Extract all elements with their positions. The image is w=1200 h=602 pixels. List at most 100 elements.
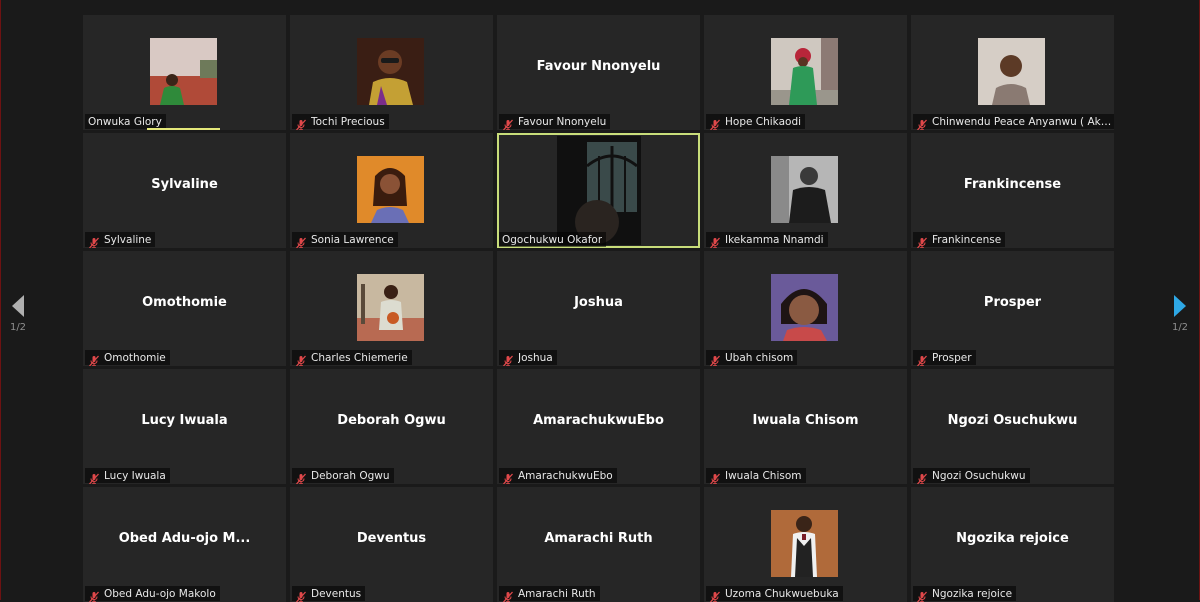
participant-tile[interactable]: Deventus Deventus (290, 487, 493, 602)
participant-display-name: Sylvaline (151, 177, 218, 192)
participant-label: Prosper (913, 350, 976, 366)
participant-tile[interactable]: Amarachi Ruth Amarachi Ruth (497, 487, 700, 602)
participant-tile[interactable]: Iwuala Chisom Iwuala Chisom (704, 369, 907, 484)
participant-name-label: Ngozika rejoice (932, 587, 1013, 600)
participant-name-label: Omothomie (104, 351, 166, 364)
participant-name-label: Amarachi Ruth (518, 587, 596, 600)
muted-mic-icon (502, 470, 514, 484)
participant-tile[interactable]: Obed Adu-ojo M... Obed Adu-ojo Makolo (83, 487, 286, 602)
participant-name-label: Deborah Ogwu (311, 469, 390, 482)
muted-mic-icon (295, 234, 307, 248)
participant-tile[interactable]: Uzoma Chukwuebuka (704, 487, 907, 602)
participant-label: Obed Adu-ojo Makolo (85, 586, 220, 602)
participant-label: Charles Chiemerie (292, 350, 412, 366)
muted-mic-icon (916, 116, 928, 130)
muted-mic-icon (709, 470, 721, 484)
participant-tile[interactable]: Ngozi Osuchukwu Ngozi Osuchukwu (911, 369, 1114, 484)
participant-name-label: Prosper (932, 351, 972, 364)
participant-video (771, 156, 838, 223)
participant-display-name: Prosper (983, 295, 1042, 310)
participant-tile[interactable]: Onwuka Glory (83, 15, 286, 130)
participant-display-name: Omothomie (142, 295, 227, 310)
speaking-indicator (147, 128, 220, 130)
participant-label: Ikekamma Nnamdi (706, 232, 828, 248)
muted-mic-icon (88, 588, 100, 602)
muted-mic-icon (916, 234, 928, 248)
participant-tile[interactable]: Hope Chikaodi (704, 15, 907, 130)
page-indicator-left: 1/2 (9, 322, 27, 333)
participant-tile[interactable]: Favour Nnonyelu Favour Nnonyelu (497, 15, 700, 130)
participant-label: Amarachi Ruth (499, 586, 600, 602)
participant-label: Ogochukwu Okafor (499, 232, 607, 247)
participant-tile[interactable]: Ngozika rejoice Ngozika rejoice (911, 487, 1114, 602)
participant-tile[interactable]: Prosper Prosper (911, 251, 1114, 366)
participant-label: Omothomie (85, 350, 170, 366)
muted-mic-icon (916, 352, 928, 366)
next-page-button[interactable]: 1/2 (1162, 294, 1198, 344)
participant-name-label: Lucy Iwuala (104, 469, 166, 482)
participant-label: Lucy Iwuala (85, 468, 170, 484)
participant-tile[interactable]: Chinwendu Peace Anyanwu ( Akwugo ) (911, 15, 1114, 130)
participant-label: Joshua (499, 350, 557, 366)
participant-name-label: Ikekamma Nnamdi (725, 233, 824, 246)
participant-video (357, 274, 424, 341)
participant-video (557, 136, 641, 245)
muted-mic-icon (916, 588, 928, 602)
participant-name-label: Deventus (311, 587, 362, 600)
muted-mic-icon (502, 352, 514, 366)
participant-name-label: Sonia Lawrence (311, 233, 394, 246)
participant-tile[interactable]: Ogochukwu Okafor (497, 133, 700, 248)
muted-mic-icon (295, 116, 307, 130)
participant-label: Sylvaline (85, 232, 156, 248)
participant-tile[interactable]: AmarachukwuEbo AmarachukwuEbo (497, 369, 700, 484)
participant-name-label: Ogochukwu Okafor (502, 233, 603, 246)
participant-display-name: Deventus (356, 531, 427, 546)
participant-display-name: Frankincense (963, 177, 1062, 192)
participant-label: AmarachukwuEbo (499, 468, 617, 484)
muted-mic-icon (295, 470, 307, 484)
participant-tile[interactable]: Frankincense Frankincense (911, 133, 1114, 248)
participant-display-name: Lucy Iwuala (141, 413, 228, 428)
participant-label: Chinwendu Peace Anyanwu ( Akwugo ) (913, 114, 1114, 130)
participant-tile[interactable]: Joshua Joshua (497, 251, 700, 366)
participant-tile[interactable]: Lucy Iwuala Lucy Iwuala (83, 369, 286, 484)
participant-video (771, 274, 838, 341)
participant-tile[interactable]: Charles Chiemerie (290, 251, 493, 366)
participant-label: Deventus (292, 586, 366, 602)
participant-display-name: AmarachukwuEbo (533, 413, 664, 428)
participant-tile[interactable]: Ubah chisom (704, 251, 907, 366)
participant-tile[interactable]: Tochi Precious (290, 15, 493, 130)
participant-display-name: Ngozi Osuchukwu (947, 413, 1078, 428)
triangle-left-icon (12, 295, 24, 317)
muted-mic-icon (88, 234, 100, 248)
participant-name-label: Favour Nnonyelu (518, 115, 607, 128)
muted-mic-icon (916, 470, 928, 484)
participant-tile[interactable]: Sylvaline Sylvaline (83, 133, 286, 248)
participant-label: Iwuala Chisom (706, 468, 806, 484)
participant-name-label: Uzoma Chukwuebuka (725, 587, 839, 600)
participant-display-name: Favour Nnonyelu (536, 59, 661, 74)
muted-mic-icon (502, 116, 514, 130)
participant-display-name: Deborah Ogwu (337, 413, 446, 428)
participant-name-label: Charles Chiemerie (311, 351, 408, 364)
participant-video (150, 38, 217, 105)
participant-display-name: Obed Adu-ojo M... (118, 531, 251, 546)
muted-mic-icon (709, 352, 721, 366)
participant-tile[interactable]: Ikekamma Nnamdi (704, 133, 907, 248)
gallery-grid: Onwuka Glory Tochi Precious Favour Nnonyel… (83, 15, 1114, 602)
participant-label: Uzoma Chukwuebuka (706, 586, 843, 602)
muted-mic-icon (295, 352, 307, 366)
participant-label: Tochi Precious (292, 114, 389, 130)
participant-label: Deborah Ogwu (292, 468, 394, 484)
participant-tile[interactable]: Omothomie Omothomie (83, 251, 286, 366)
participant-label: Hope Chikaodi (706, 114, 806, 130)
participant-tile[interactable]: Deborah Ogwu Deborah Ogwu (290, 369, 493, 484)
participant-display-name: Joshua (574, 295, 623, 310)
muted-mic-icon (502, 588, 514, 602)
previous-page-button[interactable]: 1/2 (0, 294, 36, 344)
participant-tile[interactable]: Sonia Lawrence (290, 133, 493, 248)
participant-video (771, 38, 838, 105)
participant-name-label: Ubah chisom (725, 351, 794, 364)
participant-label: Onwuka Glory (85, 114, 166, 129)
muted-mic-icon (709, 234, 721, 248)
